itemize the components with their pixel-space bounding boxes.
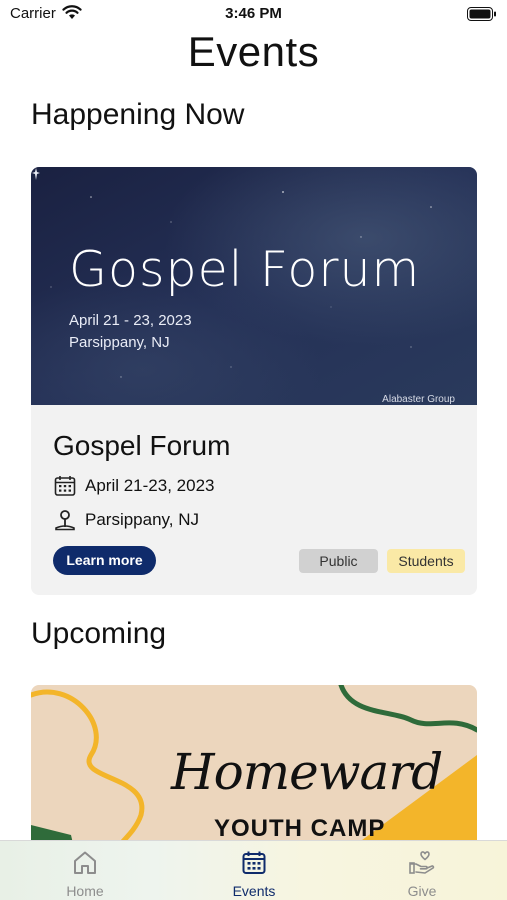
event-date: April 21-23, 2023: [85, 476, 215, 495]
calendar-icon: [54, 476, 76, 496]
event-title: Gospel Forum: [53, 430, 231, 461]
status-time: 3:46 PM: [225, 5, 282, 22]
event-banner: Gospel Forum April 21 - 23, 2023 Parsipp…: [31, 167, 477, 405]
brand-logo-icon: [32, 168, 40, 180]
status-bar: Carrier 3:46 PM: [0, 0, 507, 28]
tab-give[interactable]: Give: [367, 841, 477, 900]
page-title: Events: [187, 28, 320, 75]
section-title-upcoming: Upcoming: [31, 617, 167, 650]
learn-more-button[interactable]: Learn more: [53, 546, 156, 575]
tag-students: Students: [387, 549, 465, 573]
tab-give-label: Give: [407, 883, 437, 899]
location-pin-icon: [55, 510, 75, 531]
give-icon: [409, 851, 435, 874]
event-date-row: April 21-23, 2023: [53, 474, 214, 498]
banner-brand: Alabaster Group: [382, 394, 455, 405]
banner-title: Gospel Forum: [69, 241, 421, 298]
section-title-happening-now: Happening Now: [31, 98, 245, 131]
tab-home[interactable]: Home: [30, 841, 140, 900]
event-location-row: Parsippany, NJ: [53, 508, 199, 532]
tab-events[interactable]: Events: [199, 841, 309, 900]
tab-events-label: Events: [232, 883, 276, 899]
event-location: Parsippany, NJ: [85, 510, 200, 529]
upcoming-banner-script: Homeward: [171, 743, 443, 801]
battery-icon: [467, 7, 496, 21]
tab-home-label: Home: [66, 883, 104, 899]
tag-public: Public: [299, 549, 378, 573]
tab-bar: Home Events Give: [0, 840, 507, 900]
calendar-icon: [242, 851, 266, 874]
upcoming-banner-subtitle: YOUTH CAMP: [214, 815, 386, 842]
banner-location: Parsippany, NJ: [69, 334, 170, 351]
event-card-gospel-forum[interactable]: Gospel Forum April 21 - 23, 2023 Parsipp…: [31, 167, 477, 595]
banner-date: April 21 - 23, 2023: [69, 312, 192, 329]
home-icon: [74, 851, 96, 874]
